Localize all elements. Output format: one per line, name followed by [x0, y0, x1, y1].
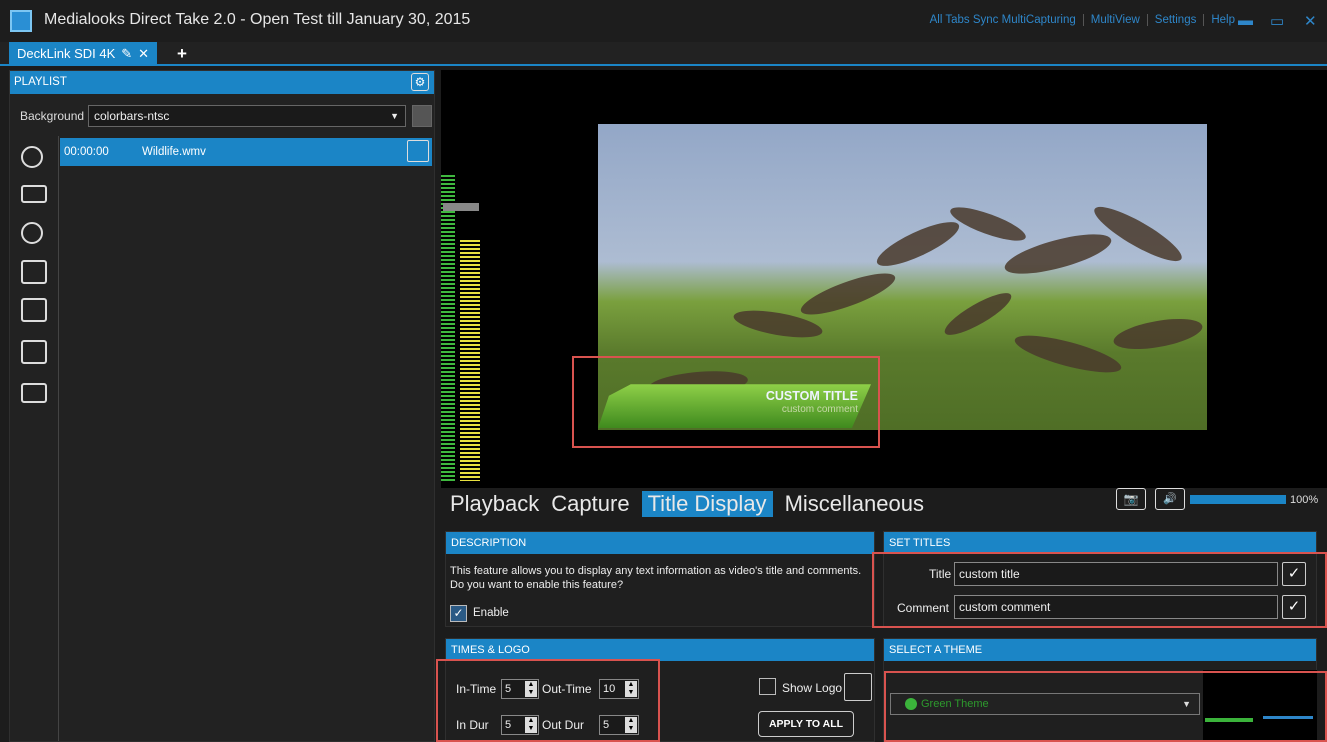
menu-multiview[interactable]: MultiView [1084, 14, 1148, 26]
tab-miscellaneous[interactable]: Miscellaneous [785, 491, 924, 517]
top-menu: All Tabs Sync MultiCapturing MultiView S… [923, 14, 1242, 26]
globe-icon[interactable] [21, 222, 43, 244]
description-panel: DESCRIPTION This feature allows you to d… [445, 531, 875, 627]
title-bar: Medialooks Direct Take 2.0 - Open Test t… [0, 0, 1327, 42]
highlight-times-box [436, 659, 660, 742]
device-tab[interactable]: DeckLink SDI 4K ✎ ✕ [9, 42, 158, 66]
edit-tab-icon[interactable]: ✎ [121, 42, 132, 66]
folder-icon[interactable] [21, 383, 47, 403]
logo-wrench-icon[interactable] [844, 673, 872, 701]
image-icon[interactable] [21, 298, 47, 322]
item-time: 00:00:00 [64, 146, 109, 158]
list-item[interactable]: 00:00:00 Wildlife.wmv [60, 138, 432, 166]
volume-slider[interactable] [1190, 495, 1286, 504]
playlist-list: 00:00:00 Wildlife.wmv [58, 136, 433, 741]
apply-to-all-button[interactable]: APPLY TO ALL [758, 711, 854, 737]
theme-header: SELECT A THEME [884, 639, 1316, 661]
main-tabs: Playback Capture Title Display Miscellan… [450, 491, 924, 517]
volume-percent: 100% [1290, 494, 1319, 506]
chevron-down-icon: ▼ [390, 111, 399, 121]
show-logo-label: Show Logo [782, 681, 843, 695]
background-select[interactable]: colorbars-ntsc ▼ [88, 105, 406, 127]
device-tab-label: DeckLink SDI 4K [17, 46, 116, 61]
enable-checkbox[interactable]: ✓ [450, 605, 467, 622]
close-window-icon[interactable]: ✕ [1304, 12, 1317, 30]
playlist-settings-icon[interactable]: ⚙ [411, 73, 429, 91]
audio-meter-left [441, 175, 455, 481]
save-icon[interactable] [21, 340, 47, 364]
snapshot-camera-icon[interactable]: 📷 [1116, 488, 1146, 510]
item-name: Wildlife.wmv [142, 146, 206, 158]
background-row: Background colorbars-ntsc ▼ [10, 104, 436, 128]
enable-label: Enable [473, 607, 509, 619]
film-reel-icon[interactable] [21, 146, 43, 168]
description-header: DESCRIPTION [446, 532, 874, 554]
wrench-icon[interactable] [407, 140, 429, 162]
background-value: colorbars-ntsc [94, 109, 170, 123]
highlight-theme-box [884, 671, 1327, 742]
background-settings-button[interactable] [412, 105, 432, 127]
tab-capture[interactable]: Capture [551, 491, 629, 517]
set-titles-header: SET TITLES [884, 532, 1316, 554]
window-title: Medialooks Direct Take 2.0 - Open Test t… [44, 11, 471, 28]
playlist-panel: PLAYLIST ⚙ Background colorbars-ntsc ▼ 0… [9, 70, 435, 742]
highlight-titles-box [872, 552, 1327, 628]
audio-level-slider[interactable] [443, 203, 479, 211]
minimize-icon[interactable]: ▬ [1238, 12, 1253, 29]
audio-meter-right [460, 240, 480, 481]
app-logo-icon [10, 10, 32, 32]
speaker-icon[interactable]: 🔊 [1155, 488, 1185, 510]
menu-help[interactable]: Help [1204, 14, 1242, 26]
maximize-icon[interactable]: ▭ [1270, 12, 1284, 30]
menu-settings[interactable]: Settings [1148, 14, 1205, 26]
camera-icon[interactable] [21, 185, 47, 203]
playlist-header: PLAYLIST ⚙ [10, 71, 434, 94]
add-tab-button[interactable]: + [177, 44, 187, 64]
device-tab-bar: DeckLink SDI 4K ✎ ✕ + [0, 42, 1327, 66]
playlist-sidebar [9, 70, 49, 403]
show-logo-checkbox[interactable] [759, 678, 776, 695]
times-logo-header: TIMES & LOGO [446, 639, 874, 661]
video-file-icon[interactable] [21, 260, 47, 284]
menu-multicapturing[interactable]: All Tabs Sync MultiCapturing [923, 14, 1084, 26]
tab-playback[interactable]: Playback [450, 491, 539, 517]
highlight-overlay-box [572, 356, 880, 448]
close-tab-icon[interactable]: ✕ [138, 42, 149, 66]
tab-title-display[interactable]: Title Display [641, 491, 773, 517]
description-text: This feature allows you to display any t… [450, 565, 862, 591]
